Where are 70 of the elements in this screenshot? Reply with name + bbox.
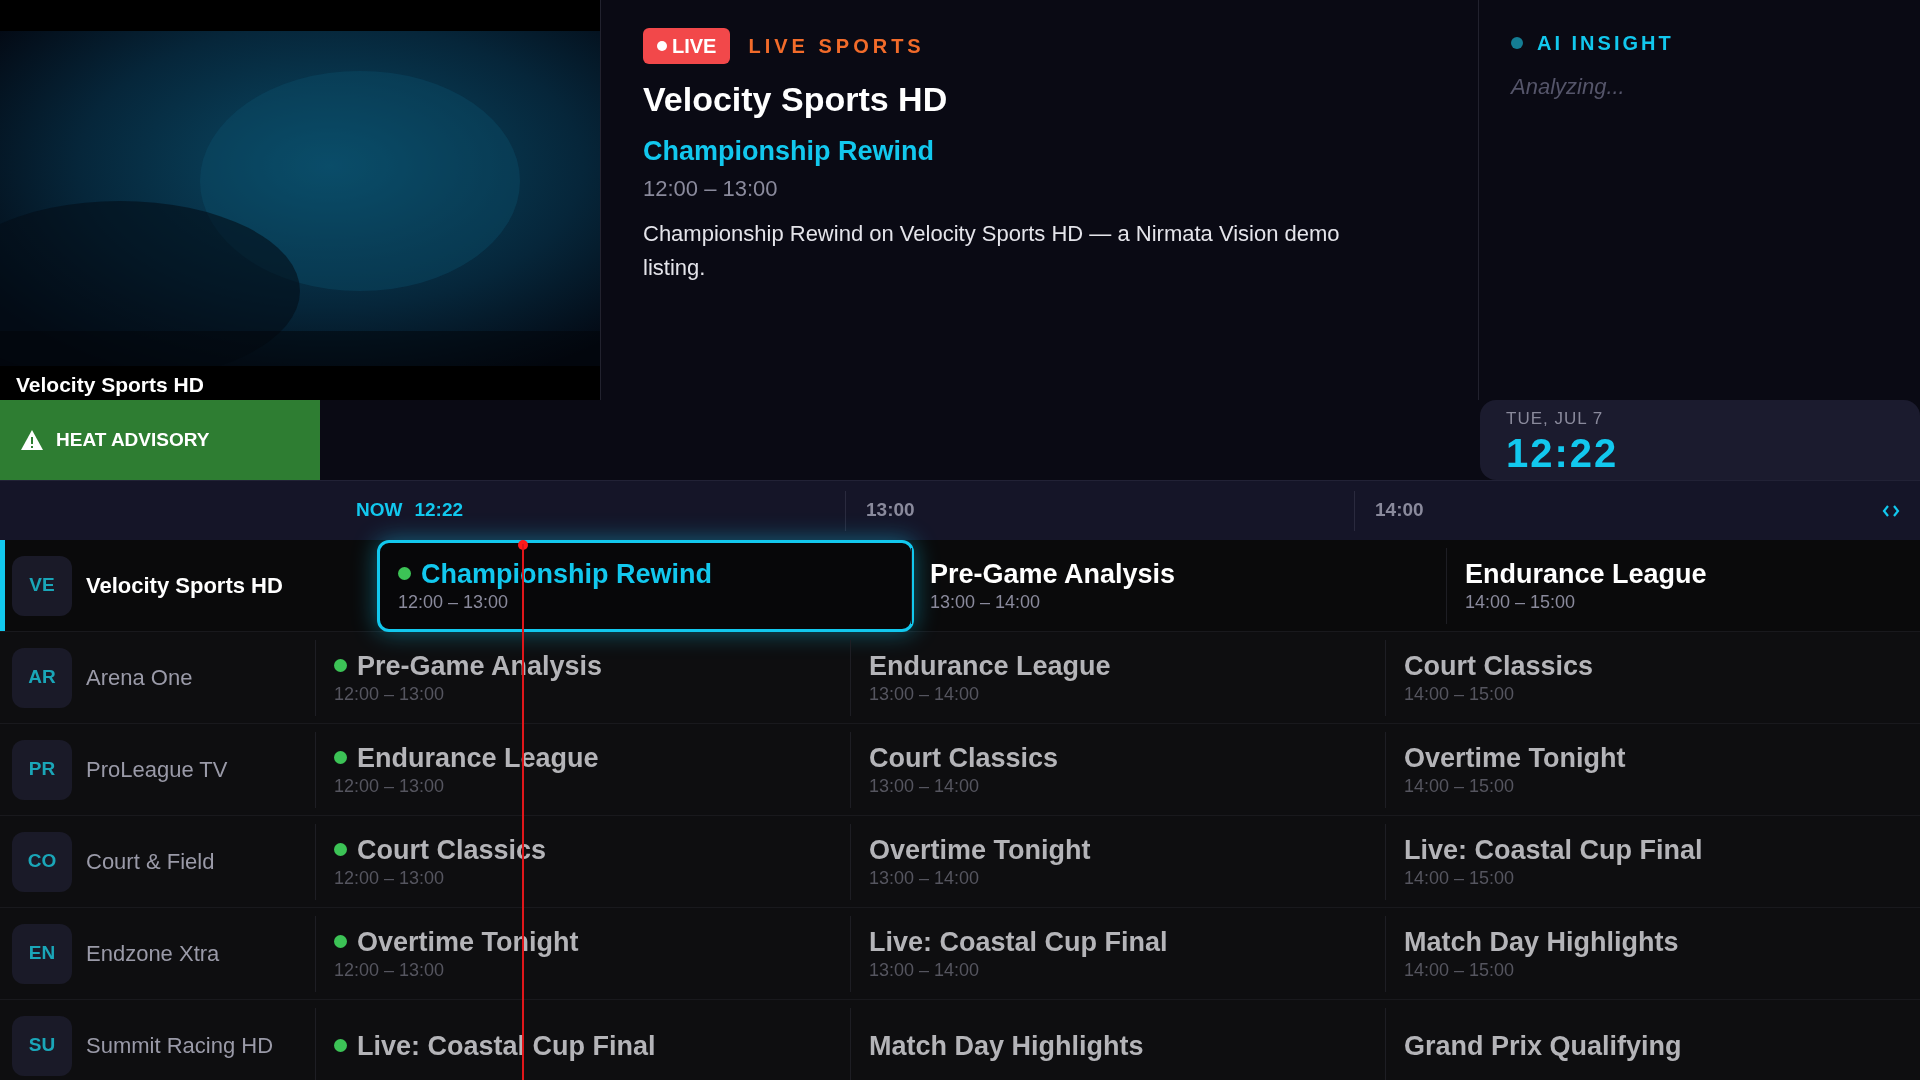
program-time: 12:00 – 13:00 [334, 866, 446, 890]
channel-logo: SU [12, 1015, 72, 1076]
program-time: 13:00 – 14:00 [869, 866, 981, 890]
program-time: 12:00 – 13:00 [334, 958, 446, 982]
clock-date: TUE, JUL 7 [1506, 408, 1605, 431]
program-time: 12:00 – 13:00 [334, 774, 446, 798]
insight-title: AI INSIGHT [1537, 31, 1674, 56]
program-title: Match Day Highlights [1404, 925, 1679, 958]
program-cell[interactable]: Court Classics 13:00 – 14:00 [850, 731, 1385, 808]
channel-logo: PR [12, 739, 72, 800]
program-cell[interactable]: Endurance League 13:00 – 14:00 [850, 639, 1385, 716]
program-cell[interactable]: Live: Coastal Cup Final 14:00 – 15:00 [1385, 823, 1920, 900]
program-cell[interactable]: Live: Coastal Cup Final 13:00 – 14:00 [850, 915, 1385, 992]
program-cell[interactable]: Pre-Game Analysis 13:00 – 14:00 [911, 547, 1446, 624]
program-cell[interactable]: Overtime Tonight 13:00 – 14:00 [850, 823, 1385, 900]
program-title: Live: Coastal Cup Final [1404, 833, 1703, 866]
channel-name: Endzone Xtra [86, 940, 220, 968]
now-label: NOW [356, 498, 403, 523]
live-label: LIVE [672, 34, 717, 59]
scroll-arrows-icon[interactable] [1882, 503, 1900, 518]
program-title: Court Classics [1404, 649, 1594, 682]
channel-name: Summit Racing HD [86, 1032, 274, 1060]
program-cell[interactable]: Grand Prix Qualifying [1385, 1007, 1920, 1080]
program-cell[interactable]: Court Classics 14:00 – 15:00 [1385, 639, 1920, 716]
category-label: LIVE SPORTS [748, 34, 925, 59]
program-title: Pre-Game Analysis [930, 557, 1176, 590]
program-time: 14:00 – 15:00 [1404, 958, 1516, 982]
program-title: Live: Coastal Cup Final [357, 1029, 656, 1062]
channel-logo: AR [12, 647, 72, 708]
program-time: 14:00 – 15:00 [1404, 682, 1516, 706]
program-title: Match Day Highlights [869, 1029, 1144, 1062]
time-slot-label: 14:00 [1375, 498, 1424, 523]
channel-logo: CO [12, 831, 72, 892]
program-cell[interactable]: Overtime Tonight 14:00 – 15:00 [1385, 731, 1920, 808]
program-title: Championship Rewind [643, 135, 935, 168]
player-channel-label: Velocity Sports HD [16, 371, 205, 398]
alert-text: HEAT ADVISORY [56, 427, 210, 452]
channel-logo: VE [12, 555, 72, 616]
program-description: Championship Rewind on Velocity Sports HD — a Nirmata Vision demo listing. [643, 219, 1341, 282]
program-cell[interactable]: Match Day Highlights [850, 1007, 1385, 1080]
channel-name: Velocity Sports HD [86, 572, 283, 600]
program-title: Overtime Tonight [869, 833, 1091, 866]
time-slot-label: 13:00 [866, 498, 915, 523]
program-time: 12:00 – 13:00 [334, 682, 446, 706]
channel-name: Arena One [86, 664, 193, 692]
program-title: Endurance League [869, 649, 1111, 682]
program-cell[interactable]: Match Day Highlights 14:00 – 15:00 [1385, 915, 1920, 992]
channel-name: Court & Field [86, 848, 215, 876]
program-title: Court Classics [869, 741, 1059, 774]
program-time: 14:00 – 15:00 [1404, 866, 1516, 890]
program-cell[interactable]: Endurance League 14:00 – 15:00 [1446, 547, 1920, 624]
program-title: Endurance League [1465, 557, 1707, 590]
program-time: 13:00 – 14:00 [869, 682, 981, 706]
channel-title: Velocity Sports HD [643, 79, 949, 120]
clock-time: 12:22 [1506, 431, 1620, 474]
now-time: 12:22 [414, 498, 464, 523]
program-time: 12:00 – 13:00 [643, 174, 779, 203]
program-title: Grand Prix Qualifying [1404, 1029, 1682, 1062]
channel-name: ProLeague TV [86, 756, 228, 784]
warning-icon [20, 429, 44, 451]
program-time: 14:00 – 15:00 [1404, 774, 1516, 798]
program-time: 14:00 – 15:00 [1465, 590, 1577, 614]
program-time: 13:00 – 14:00 [930, 590, 1042, 614]
program-time: 13:00 – 14:00 [869, 958, 981, 982]
program-title: Overtime Tonight [1404, 741, 1626, 774]
program-time: 13:00 – 14:00 [869, 774, 981, 798]
channel-logo: EN [12, 923, 72, 984]
insight-status: Analyzing... [1511, 73, 1626, 101]
program-time: 12:00 – 13:00 [398, 590, 510, 614]
program-title: Live: Coastal Cup Final [869, 925, 1168, 958]
